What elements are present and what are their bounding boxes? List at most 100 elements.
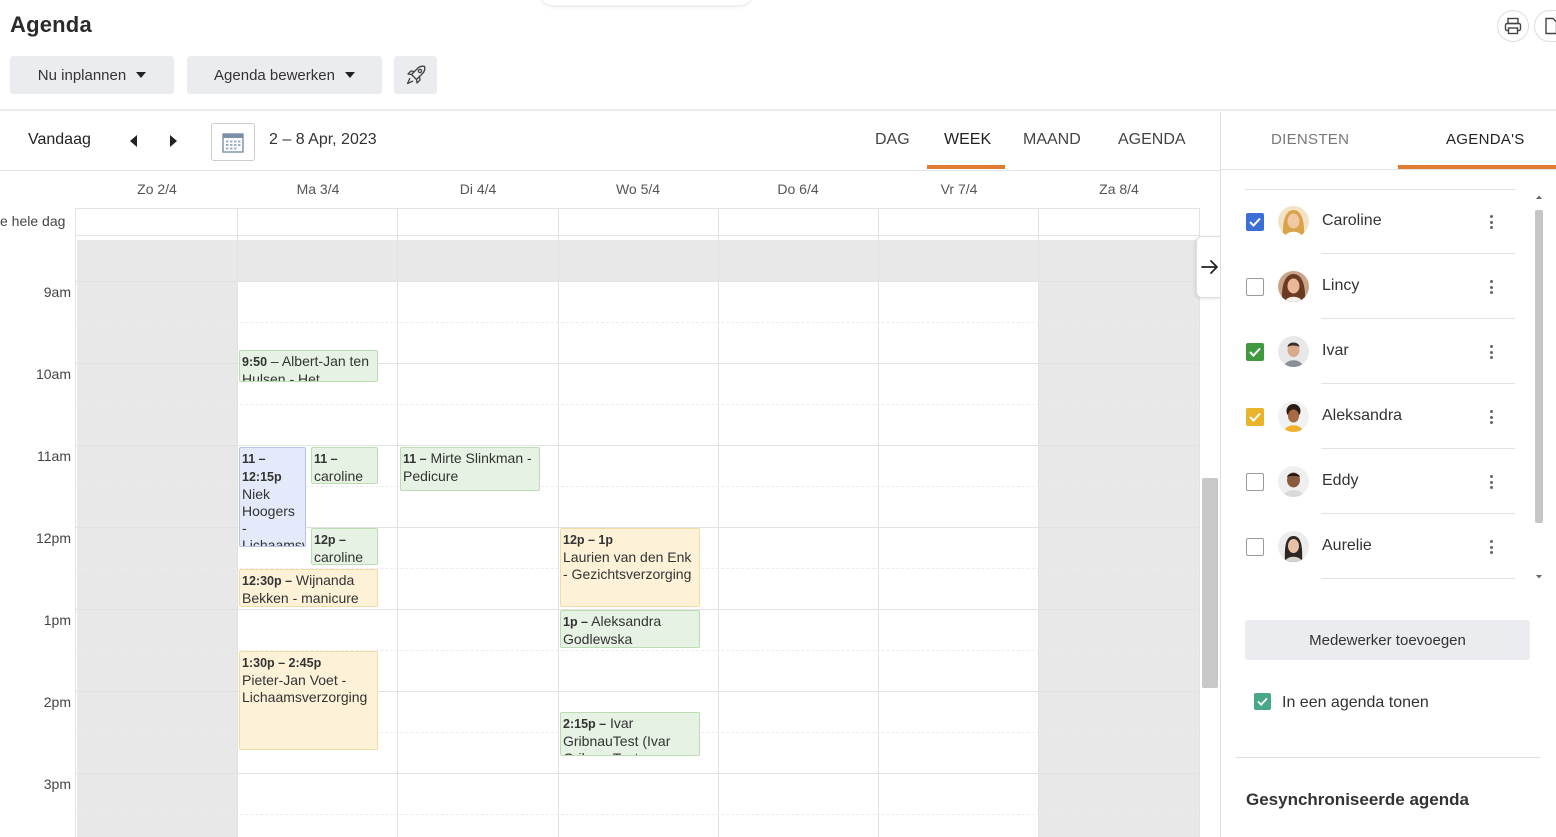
merge-agenda-checkbox[interactable]: [1254, 693, 1271, 710]
hour-line: [75, 773, 1200, 774]
day-header[interactable]: Zo 2/4: [77, 181, 237, 197]
appointment-time: 1p –: [563, 615, 589, 629]
more-options-icon[interactable]: [1488, 472, 1494, 492]
tab-month[interactable]: MAAND: [1023, 131, 1081, 149]
rocket-icon: [406, 65, 425, 85]
all-day-row[interactable]: [75, 208, 1200, 236]
closed-day-column: [77, 240, 238, 837]
appointment[interactable]: 9:50 – Albert-Jan ten Hulsen - Het: [239, 350, 378, 382]
side-panel: DIENSTEN AGENDA'S Caroline Lincy Ivar Al…: [1220, 112, 1556, 837]
appointment-time: 9:50: [242, 355, 268, 369]
appointment[interactable]: 12p – 1p Laurien van den Enk - Gezichtsv…: [560, 528, 700, 607]
day-header[interactable]: Wo 5/4: [558, 181, 718, 197]
avatar: [1278, 531, 1309, 562]
staff-checkbox[interactable]: [1246, 473, 1264, 491]
tab-week[interactable]: WEEK: [944, 131, 991, 149]
day-header[interactable]: Do 6/4: [718, 181, 878, 197]
edit-agenda-dropdown[interactable]: Agenda bewerken: [187, 56, 382, 94]
merge-agenda-label: In een agenda tonen: [1282, 694, 1429, 711]
check-icon: [1249, 412, 1261, 422]
staff-item[interactable]: Aurelie: [1245, 514, 1517, 579]
staff-checkbox[interactable]: [1246, 408, 1264, 426]
appointment-time: 12p –: [314, 533, 346, 547]
appointment-time: 11 – 12:15p: [242, 452, 282, 484]
more-options-icon[interactable]: [1488, 537, 1494, 557]
day-header[interactable]: Ma 3/4: [238, 181, 398, 197]
rocket-button[interactable]: [394, 56, 437, 94]
date-range-label: 2 – 8 Apr, 2023: [269, 131, 377, 148]
day-header[interactable]: Vr 7/4: [879, 181, 1039, 197]
schedule-now-dropdown[interactable]: Nu inplannen: [10, 56, 174, 94]
avatar: [1278, 336, 1309, 367]
staff-list-scroll-thumb[interactable]: [1535, 210, 1543, 523]
tab-agendas[interactable]: AGENDA'S: [1446, 131, 1525, 148]
staff-item[interactable]: Eddy: [1245, 449, 1517, 514]
top-notch: [540, 0, 752, 5]
closed-day-column: [1039, 240, 1200, 837]
tab-services[interactable]: DIENSTEN: [1271, 131, 1349, 148]
appointment[interactable]: 11 – Mirte Slinkman - Pedicure: [400, 447, 540, 491]
staff-name: Eddy: [1322, 472, 1359, 489]
checkbox-checked[interactable]: [1254, 693, 1271, 710]
column-line: [237, 208, 238, 837]
staff-checkbox[interactable]: [1246, 278, 1264, 296]
add-employee-button[interactable]: Medewerker toevoegen: [1245, 620, 1530, 660]
more-options-icon[interactable]: [1488, 407, 1494, 427]
more-options-icon[interactable]: [1488, 277, 1494, 297]
appointment-time: 12:30p –: [242, 574, 293, 588]
staff-checkbox[interactable]: [1246, 538, 1264, 556]
print-icon: [1504, 17, 1522, 35]
tab-agenda[interactable]: AGENDA: [1118, 131, 1186, 149]
active-view-indicator: [927, 165, 1005, 169]
half-hour-line: [75, 322, 1200, 323]
appointment-time: 12p – 1p: [563, 533, 614, 547]
staff-checkbox[interactable]: [1246, 343, 1264, 361]
staff-item[interactable]: Aleksandra: [1245, 384, 1517, 449]
previous-week-icon[interactable]: [130, 135, 137, 147]
appointment-time: 11 –: [403, 452, 427, 466]
appointment[interactable]: 12p – caroline: [311, 528, 378, 565]
appointment[interactable]: 1:30p – 2:45p Pieter-Jan Voet - Lichaams…: [239, 651, 378, 750]
print-button[interactable]: [1497, 10, 1529, 42]
calendar-scrollbar[interactable]: [1202, 478, 1218, 688]
appointment[interactable]: 2:15p – Ivar GribnauTest (Ivar GribnauTe…: [560, 712, 700, 756]
appointment[interactable]: 12:30p – Wijnanda Bekken - manicure: [239, 569, 378, 607]
day-header[interactable]: Za 8/4: [1039, 181, 1199, 197]
more-options-icon[interactable]: [1488, 342, 1494, 362]
day-header[interactable]: Di 4/4: [398, 181, 558, 197]
column-line: [1038, 208, 1039, 837]
appointment-title: caroline: [314, 549, 364, 565]
appointment-title: Pieter-Jan Voet - Lichaamsverzorging: [242, 672, 368, 705]
more-options-icon[interactable]: [1488, 212, 1494, 232]
hour-line: [75, 281, 1200, 282]
appointment[interactable]: 1p – Aleksandra Godlewska: [560, 610, 700, 648]
date-picker-button[interactable]: [211, 123, 255, 161]
time-label: 9am: [43, 284, 71, 300]
staff-item[interactable]: Ivar: [1245, 319, 1517, 384]
staff-item[interactable]: Caroline: [1245, 189, 1517, 254]
appointment[interactable]: 11 – 12:15p Niek Hoogers - Lichaamsverzo…: [239, 447, 306, 547]
tab-day[interactable]: DAG: [875, 131, 910, 149]
appointment-title: Laurien van den Enk - Gezichtsverzorging: [563, 549, 692, 582]
avatar: [1278, 206, 1309, 237]
avatar: [1278, 401, 1309, 432]
collapse-panel-button[interactable]: [1196, 236, 1222, 298]
staff-checkbox[interactable]: [1246, 213, 1264, 231]
export-button[interactable]: [1534, 10, 1556, 42]
appointment[interactable]: 11 – caroline: [311, 447, 378, 484]
time-label: 12pm: [35, 530, 71, 546]
all-day-label: e hele dag: [0, 213, 66, 229]
check-icon: [1249, 347, 1261, 357]
next-week-icon[interactable]: [170, 135, 177, 147]
staff-item[interactable]: Lincy: [1245, 254, 1517, 319]
column-line: [718, 208, 719, 837]
time-label: 3pm: [43, 776, 71, 792]
schedule-now-label: Nu inplannen: [37, 66, 127, 84]
document-icon: [1545, 17, 1556, 35]
avatar: [1278, 466, 1309, 497]
column-line: [878, 208, 879, 837]
staff-name: Caroline: [1322, 212, 1382, 229]
today-button[interactable]: Vandaag: [28, 131, 91, 149]
calendar-icon: [222, 133, 244, 153]
staff-name: Aleksandra: [1322, 407, 1403, 424]
